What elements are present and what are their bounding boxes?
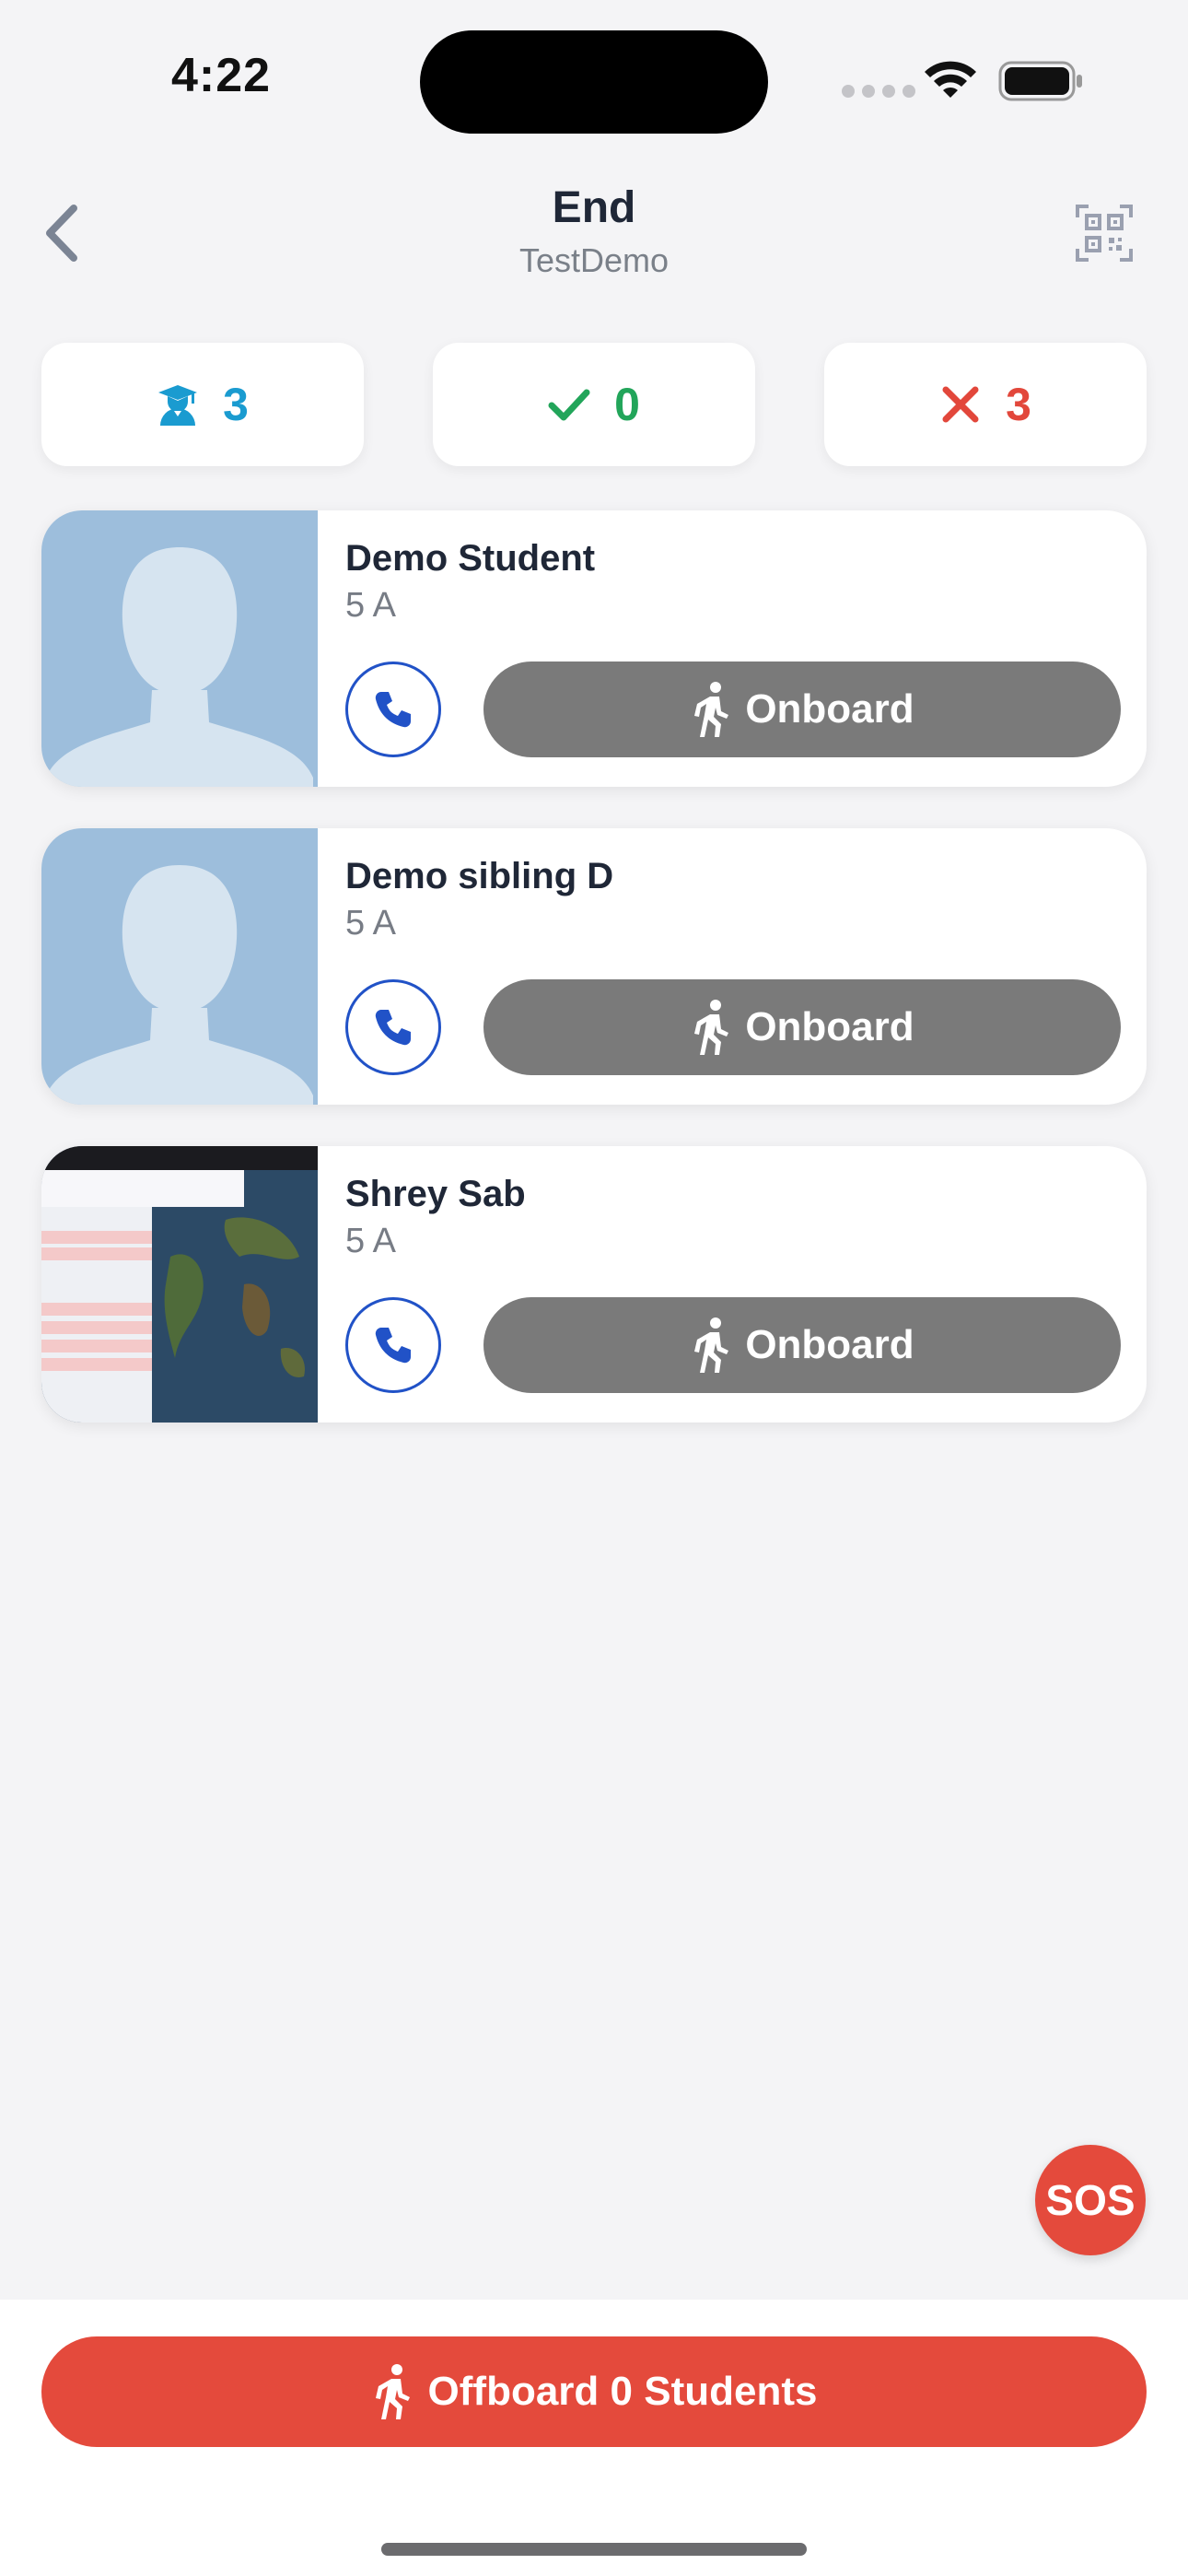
phone-icon — [375, 1010, 411, 1046]
student-name: Shrey Sab — [345, 1174, 526, 1214]
student-class: 5 A — [345, 1222, 396, 1260]
total-students-counter[interactable]: 3 — [41, 343, 364, 466]
page-subtitle: TestDemo — [518, 241, 670, 279]
student-class: 5 A — [345, 586, 396, 625]
dynamic-island — [420, 30, 768, 134]
home-indicator[interactable] — [381, 2543, 807, 2556]
student-name: Demo sibling D — [345, 856, 614, 896]
call-button[interactable] — [345, 979, 441, 1075]
checkmark-icon — [548, 389, 590, 421]
offboard-students-button[interactable]: Offboard 0 Students — [41, 2336, 1147, 2447]
cellular-signal-icon — [842, 85, 915, 98]
onboarded-counter[interactable]: 0 — [433, 343, 755, 466]
onboard-button[interactable]: Onboard — [483, 1297, 1121, 1393]
onboard-label: Onboard — [745, 1004, 914, 1049]
walking-person-icon — [375, 2364, 410, 2419]
student-avatar-placeholder — [41, 828, 318, 1105]
student-card[interactable]: Shrey Sab 5 A Onboard — [41, 1146, 1147, 1423]
walking-person-icon — [694, 1000, 729, 1055]
onboard-button[interactable]: Onboard — [483, 662, 1121, 757]
walking-person-icon — [694, 682, 729, 737]
onboarded-count: 0 — [614, 379, 640, 430]
student-card[interactable]: Demo Student 5 A Onboard — [41, 510, 1147, 787]
absent-count: 3 — [1006, 379, 1031, 430]
call-button[interactable] — [345, 1297, 441, 1393]
screen: 4:22 End TestDemo 3 0 3 Demo Student 5 A… — [0, 0, 1188, 2576]
close-x-icon — [942, 386, 979, 423]
student-name: Demo Student — [345, 538, 596, 579]
sos-button[interactable]: SOS — [1035, 2145, 1146, 2255]
onboard-button[interactable]: Onboard — [483, 979, 1121, 1075]
offboard-label: Offboard 0 Students — [427, 2369, 818, 2414]
page-title: End — [552, 183, 636, 232]
absent-counter[interactable]: 3 — [824, 343, 1147, 466]
student-avatar-placeholder — [41, 510, 318, 787]
qr-scan-icon[interactable] — [1076, 205, 1133, 262]
status-time: 4:22 — [171, 49, 272, 102]
wifi-icon — [925, 61, 976, 98]
phone-icon — [375, 1328, 411, 1364]
student-card[interactable]: Demo sibling D 5 A Onboard — [41, 828, 1147, 1105]
call-button[interactable] — [345, 662, 441, 757]
walking-person-icon — [694, 1317, 729, 1373]
phone-icon — [375, 692, 411, 728]
battery-icon — [998, 61, 1082, 101]
onboard-label: Onboard — [745, 1322, 914, 1367]
total-count: 3 — [223, 379, 249, 430]
student-photo-thumbnail — [41, 1146, 318, 1423]
onboard-label: Onboard — [745, 686, 914, 732]
student-graduate-icon — [158, 385, 198, 426]
student-class: 5 A — [345, 904, 396, 943]
